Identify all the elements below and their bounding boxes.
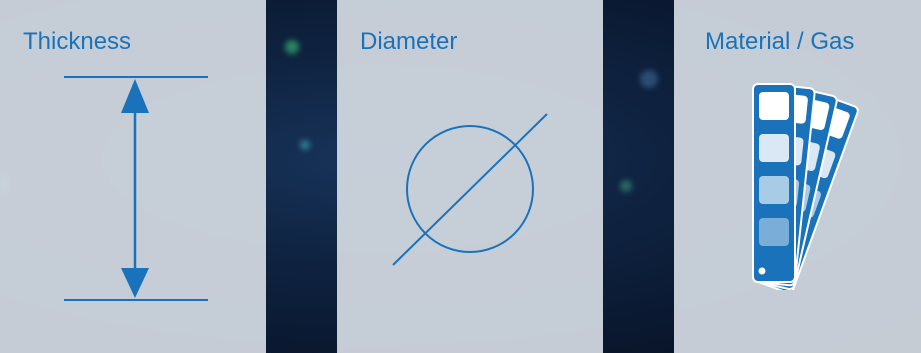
color-swatch-fan-icon <box>752 83 859 290</box>
thickness-arrow-icon <box>64 76 208 301</box>
diameter-card[interactable]: Diameter <box>337 0 603 353</box>
background-glow <box>620 180 632 192</box>
background-glow <box>640 70 658 88</box>
material-gas-card[interactable]: Material / Gas <box>674 0 921 353</box>
material-gas-title: Material / Gas <box>705 28 855 55</box>
background-glow <box>300 140 310 150</box>
diameter-symbol-icon <box>392 113 548 266</box>
thickness-card[interactable]: Thickness <box>0 0 266 353</box>
background-glow <box>285 40 299 54</box>
thickness-title: Thickness <box>23 28 132 55</box>
diameter-title: Diameter <box>360 28 458 55</box>
